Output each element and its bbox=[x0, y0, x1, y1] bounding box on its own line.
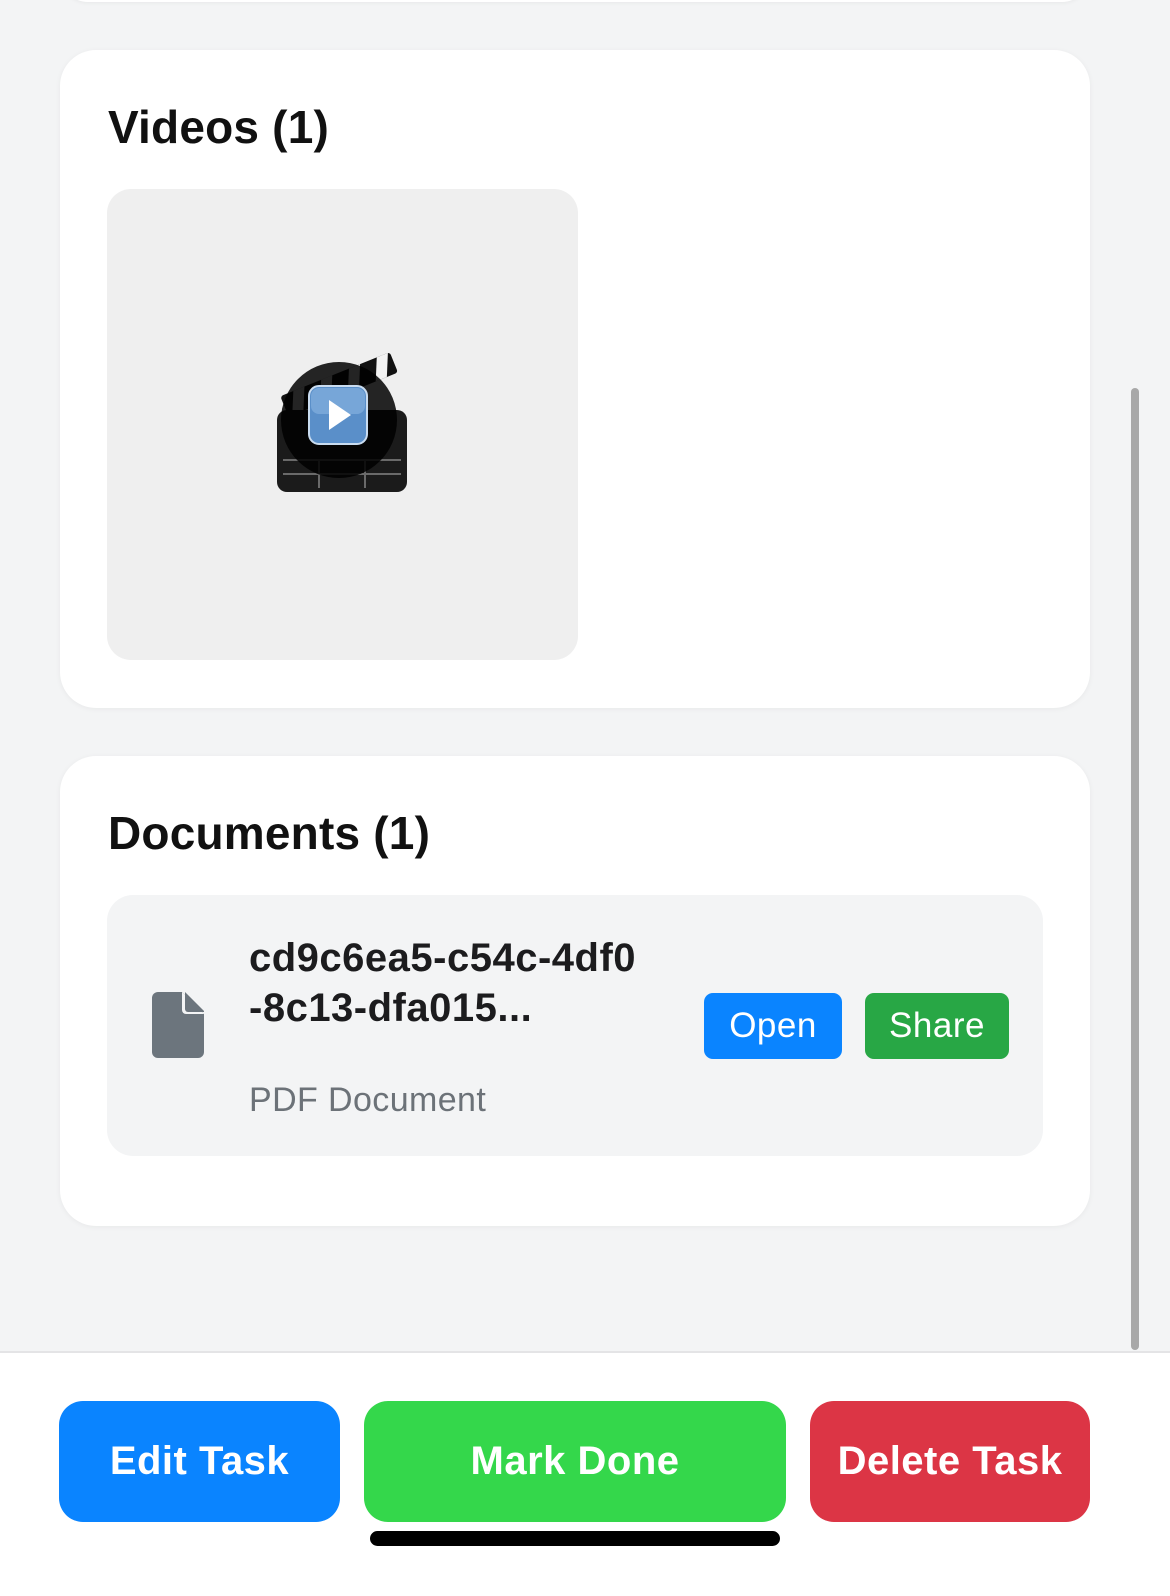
edit-task-button[interactable]: Edit Task bbox=[59, 1401, 340, 1522]
home-indicator[interactable] bbox=[370, 1531, 780, 1546]
mark-done-button[interactable]: Mark Done bbox=[364, 1401, 786, 1522]
delete-task-button[interactable]: Delete Task bbox=[810, 1401, 1090, 1522]
document-file-type: PDF Document bbox=[249, 1081, 487, 1119]
scrollbar[interactable] bbox=[1131, 388, 1139, 1350]
documents-section-title: Documents (1) bbox=[108, 807, 431, 859]
document-file-icon bbox=[152, 992, 204, 1058]
open-document-button[interactable]: Open bbox=[704, 993, 842, 1059]
documents-section: Documents (1) cd9c6ea5-c54c-4df0-8c13-df… bbox=[60, 756, 1090, 1226]
task-detail-screen: Videos (1) Documents (1) cd9c6ea5-c54c-4… bbox=[0, 0, 1170, 1596]
previous-section-card bbox=[60, 0, 1090, 2]
video-thumbnail[interactable] bbox=[107, 189, 578, 660]
video-clapperboard-play-icon bbox=[277, 352, 407, 492]
document-file-name: cd9c6ea5-c54c-4df0-8c13-dfa015... bbox=[249, 936, 637, 1030]
document-list-item: cd9c6ea5-c54c-4df0-8c13-dfa015... PDF Do… bbox=[107, 895, 1043, 1156]
share-document-button[interactable]: Share bbox=[865, 993, 1009, 1059]
videos-section-title: Videos (1) bbox=[108, 101, 329, 153]
bottom-action-bar: Edit Task Mark Done Delete Task bbox=[0, 1351, 1170, 1596]
videos-section: Videos (1) bbox=[60, 50, 1090, 708]
